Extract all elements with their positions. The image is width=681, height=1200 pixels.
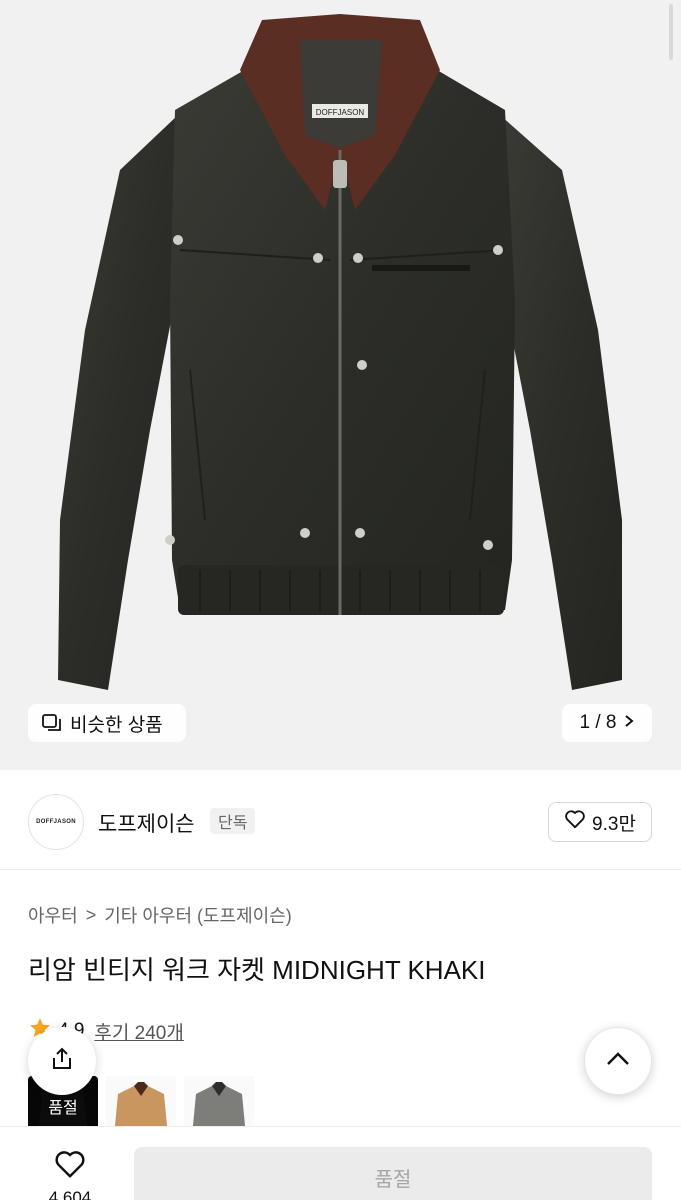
heart-icon bbox=[564, 809, 586, 835]
brand-logo-text: DOFFJASON bbox=[36, 819, 76, 825]
wishlist-count: 4,604 bbox=[48, 1188, 92, 1200]
sold-out-button[interactable]: 품절 bbox=[134, 1147, 652, 1200]
similar-items-icon bbox=[42, 714, 62, 732]
breadcrumb-level1[interactable]: 아우터 bbox=[28, 902, 78, 928]
similar-products-button[interactable]: 비슷한 상품 bbox=[28, 704, 186, 742]
bottom-action-bar: 4,604 품절 bbox=[0, 1126, 681, 1200]
jacket-product-image: DOFFJASON bbox=[58, 14, 622, 690]
scrollbar-thumb[interactable] bbox=[669, 4, 673, 60]
breadcrumb: 아우터 > 기타 아우터 (도프제이슨) bbox=[28, 902, 292, 928]
chevron-up-icon bbox=[605, 1051, 631, 1072]
similar-products-label: 비슷한 상품 bbox=[70, 714, 163, 736]
scroll-to-top-button[interactable] bbox=[584, 1027, 652, 1095]
brand-like-button[interactable]: 9.3만 bbox=[548, 802, 652, 842]
product-image-gallery[interactable]: DOFFJASON 비슷한 상품 1 / 8 bbox=[0, 0, 681, 770]
pager-text: 1 / 8 bbox=[579, 712, 617, 733]
collar-label: DOFFJASON bbox=[316, 108, 365, 117]
heart-icon bbox=[53, 1149, 87, 1184]
product-title: 리암 빈티지 워크 자켓 MIDNIGHT KHAKI bbox=[28, 955, 486, 985]
breadcrumb-level2[interactable]: 기타 아우터 (도프제이슨) bbox=[104, 902, 292, 928]
brand-logo[interactable]: DOFFJASON bbox=[28, 794, 84, 850]
breadcrumb-separator: > bbox=[85, 904, 97, 925]
exclusive-badge: 단독 bbox=[210, 808, 256, 834]
reviews-link[interactable]: 후기 240개 bbox=[94, 1018, 183, 1045]
share-button[interactable] bbox=[28, 1027, 96, 1095]
chevron-right-icon bbox=[624, 712, 635, 734]
brand-row: DOFFJASON 도프제이슨 단독 9.3만 bbox=[0, 772, 681, 870]
share-icon bbox=[49, 1046, 75, 1077]
brand-like-count: 9.3만 bbox=[592, 813, 636, 835]
wishlist-button[interactable]: 4,604 bbox=[28, 1149, 112, 1200]
image-pager[interactable]: 1 / 8 bbox=[562, 704, 652, 742]
brand-name-link[interactable]: 도프제이슨 bbox=[98, 808, 195, 838]
